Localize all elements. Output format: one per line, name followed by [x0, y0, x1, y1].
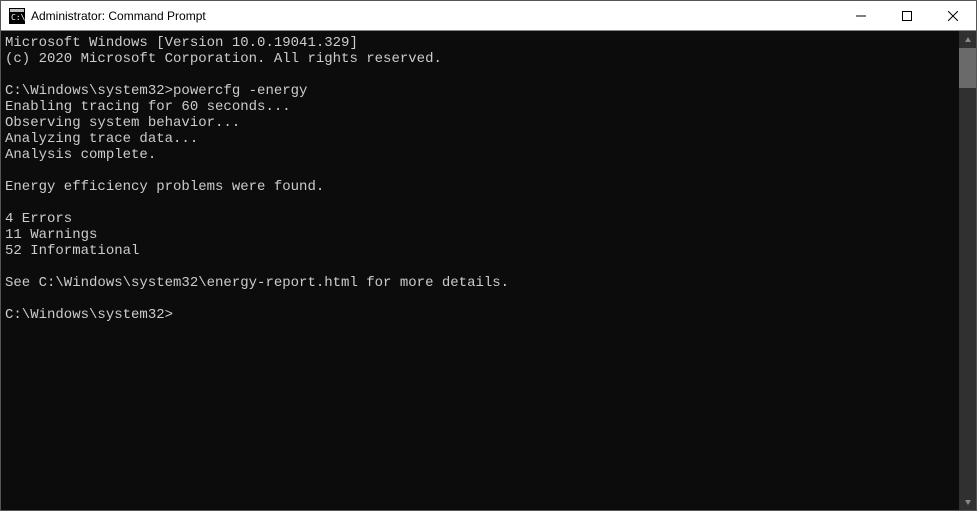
scroll-thumb[interactable]: [959, 48, 976, 88]
terminal-line: Microsoft Windows [Version 10.0.19041.32…: [5, 35, 955, 51]
terminal-line: See C:\Windows\system32\energy-report.ht…: [5, 275, 955, 291]
terminal-line: C:\Windows\system32>: [5, 307, 955, 323]
terminal-line: [5, 291, 955, 307]
terminal-output[interactable]: Microsoft Windows [Version 10.0.19041.32…: [1, 31, 959, 510]
terminal-line: Analyzing trace data...: [5, 131, 955, 147]
terminal-line: 4 Errors: [5, 211, 955, 227]
terminal-line: C:\Windows\system32>powercfg -energy: [5, 83, 955, 99]
titlebar[interactable]: C:\ Administrator: Command Prompt: [1, 1, 976, 31]
scroll-up-arrow-icon[interactable]: [959, 31, 976, 48]
minimize-button[interactable]: [838, 1, 884, 30]
terminal-line: (c) 2020 Microsoft Corporation. All righ…: [5, 51, 955, 67]
vertical-scrollbar[interactable]: [959, 31, 976, 510]
scroll-down-arrow-icon[interactable]: [959, 493, 976, 510]
window-controls: [838, 1, 976, 30]
close-button[interactable]: [930, 1, 976, 30]
client-area: Microsoft Windows [Version 10.0.19041.32…: [1, 31, 976, 510]
terminal-line: [5, 259, 955, 275]
svg-text:C:\: C:\: [11, 13, 25, 22]
terminal-line: Energy efficiency problems were found.: [5, 179, 955, 195]
terminal-line: [5, 67, 955, 83]
terminal-line: Enabling tracing for 60 seconds...: [5, 99, 955, 115]
terminal-line: Analysis complete.: [5, 147, 955, 163]
terminal-line: 11 Warnings: [5, 227, 955, 243]
cmd-icon: C:\: [9, 8, 25, 24]
maximize-button[interactable]: [884, 1, 930, 30]
window-title: Administrator: Command Prompt: [31, 1, 838, 31]
terminal-line: Observing system behavior...: [5, 115, 955, 131]
terminal-line: 52 Informational: [5, 243, 955, 259]
terminal-line: [5, 195, 955, 211]
terminal-line: [5, 163, 955, 179]
